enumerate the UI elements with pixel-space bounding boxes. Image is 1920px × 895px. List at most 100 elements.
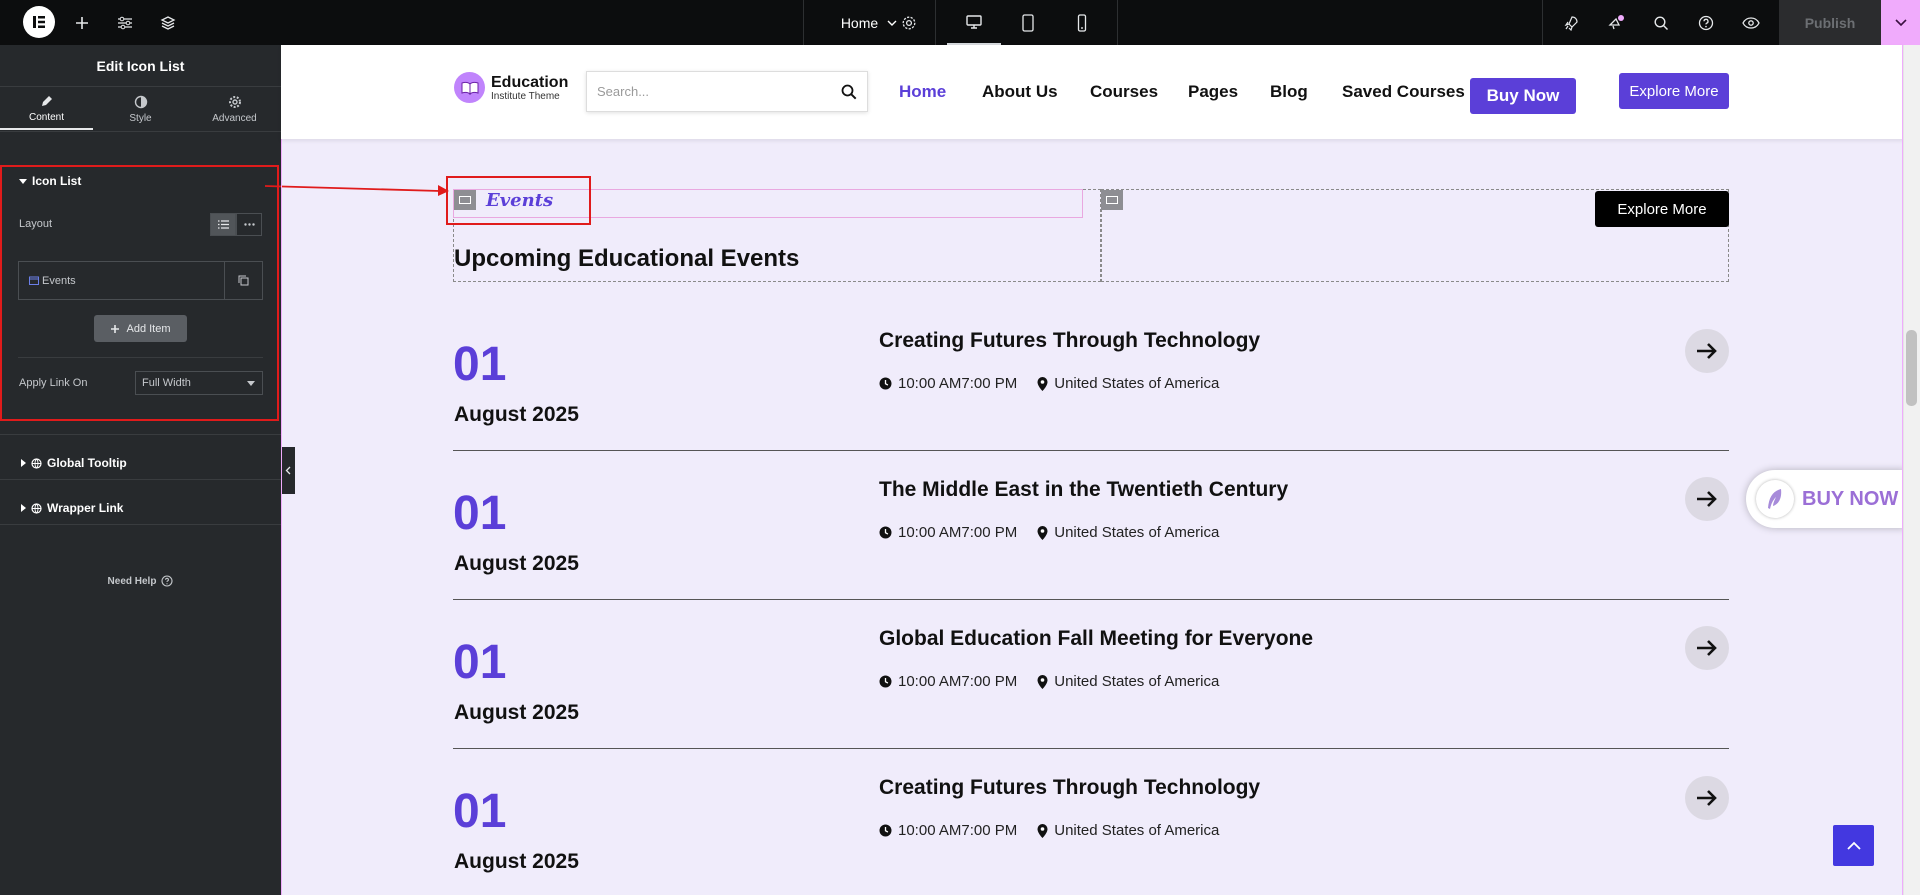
site-search-input[interactable]: Search... — [586, 71, 868, 112]
event-meta: 10:00 AM7:00 PM United States of America — [879, 673, 1219, 690]
event-location: United States of America — [1054, 822, 1220, 839]
section-heading: Wrapper Link — [47, 501, 124, 515]
need-help-link[interactable]: Need Help — [0, 575, 281, 587]
section-divider — [0, 524, 281, 525]
section-divider — [0, 479, 281, 480]
help-icon[interactable] — [1695, 0, 1717, 45]
repeater-item-events[interactable]: Events — [18, 261, 263, 300]
back-to-top-button[interactable] — [1833, 825, 1874, 866]
event-location: United States of America — [1054, 524, 1220, 541]
tab-advanced[interactable]: Advanced — [188, 88, 281, 130]
add-item-label: Add Item — [126, 322, 171, 335]
event-title[interactable]: The Middle East in the Twentieth Century — [879, 478, 1288, 502]
nav-courses[interactable]: Courses — [1090, 82, 1158, 102]
event-day: 01 — [453, 338, 507, 391]
chevron-down-icon — [247, 381, 255, 386]
layout-inline-icon[interactable] — [236, 213, 262, 236]
buy-now-button[interactable]: Buy Now — [1470, 78, 1576, 114]
apply-link-label: Apply Link On — [19, 377, 88, 389]
layout-list-icon[interactable] — [210, 213, 236, 236]
preview-scrollbar[interactable] — [1903, 45, 1920, 895]
event-title[interactable]: Creating Futures Through Technology — [879, 329, 1260, 353]
add-icon[interactable] — [70, 0, 94, 45]
tab-advanced-label: Advanced — [212, 112, 257, 124]
location-pin-icon — [1037, 674, 1048, 689]
pencil-icon — [41, 95, 52, 106]
explore-more-button[interactable]: Explore More — [1595, 191, 1729, 227]
add-item-button[interactable]: Add Item — [94, 315, 187, 342]
nav-saved-courses[interactable]: Saved Courses — [1342, 82, 1465, 102]
search-placeholder: Search... — [597, 84, 650, 99]
plus-icon — [111, 324, 120, 333]
site-brand[interactable]: Education Institute Theme — [454, 72, 568, 103]
nav-blog[interactable]: Blog — [1270, 82, 1308, 102]
chevron-down-icon — [887, 20, 897, 26]
arrow-right-icon[interactable] — [1685, 776, 1729, 820]
section-toggle-wrapper-link[interactable]: Wrapper Link — [21, 501, 123, 515]
event-month: August 2025 — [454, 701, 579, 724]
nav-about-us[interactable]: About Us — [982, 82, 1058, 102]
tab-content-label: Content — [28, 111, 65, 123]
repeater-item-label: Events — [42, 274, 76, 287]
editor-topbar: Home Publish — [0, 0, 1920, 45]
topbar-divider — [1542, 0, 1543, 45]
arrow-right-icon[interactable] — [1685, 626, 1729, 670]
event-title[interactable]: Creating Futures Through Technology — [879, 776, 1260, 800]
search-icon[interactable] — [841, 84, 857, 100]
settings-icon[interactable] — [898, 0, 920, 45]
tab-content[interactable]: Content — [0, 88, 93, 130]
mobile-icon[interactable] — [1055, 0, 1109, 45]
caret-right-icon — [21, 459, 26, 467]
notifications-icon[interactable] — [1605, 0, 1627, 45]
rocket-icon[interactable] — [1560, 0, 1582, 45]
desktop-icon[interactable] — [947, 0, 1001, 45]
brand-subtitle: Institute Theme — [491, 90, 560, 102]
brand-name: Education — [491, 73, 569, 91]
globe-icon — [31, 457, 42, 469]
layers-icon[interactable] — [156, 0, 180, 45]
panel-collapse-toggle[interactable] — [281, 447, 295, 494]
explore-more-header-button[interactable]: Explore More — [1619, 73, 1729, 109]
scrollbar-thumb[interactable] — [1906, 330, 1917, 406]
event-meta: 10:00 AM7:00 PM United States of America — [879, 375, 1219, 392]
event-time: 10:00 AM7:00 PM — [898, 524, 1018, 541]
location-pin-icon — [1037, 376, 1048, 391]
publish-button[interactable]: Publish — [1779, 0, 1881, 45]
elementor-logo-icon[interactable] — [23, 6, 55, 38]
caret-down-icon — [19, 178, 27, 184]
event-month: August 2025 — [454, 403, 579, 426]
tab-style-label: Style — [129, 112, 152, 124]
arrow-right-icon[interactable] — [1685, 329, 1729, 373]
nav-pages[interactable]: Pages — [1188, 82, 1238, 102]
search-icon[interactable] — [1650, 0, 1672, 45]
book-logo-icon — [454, 72, 485, 103]
section-toggle-global-tooltip[interactable]: Global Tooltip — [21, 456, 127, 470]
section-heading: Global Tooltip — [47, 456, 127, 470]
arrow-right-icon[interactable] — [1685, 477, 1729, 521]
page-selector-label: Home — [840, 14, 879, 31]
contrast-icon — [134, 95, 147, 108]
event-divider — [453, 748, 1729, 749]
highlight-box-events — [446, 176, 591, 225]
buy-now-floating-badge[interactable]: BUY NOW — [1746, 470, 1906, 528]
preview-eye-icon[interactable] — [1740, 0, 1762, 45]
clock-icon — [879, 377, 892, 390]
event-location: United States of America — [1054, 375, 1220, 392]
calendar-icon — [29, 276, 39, 285]
section-toggle-icon-list[interactable]: Icon List — [19, 174, 81, 188]
event-title[interactable]: Global Education Fall Meeting for Everyo… — [879, 627, 1313, 651]
nav-home[interactable]: Home — [899, 82, 946, 102]
section-divider — [18, 357, 263, 358]
tab-style[interactable]: Style — [94, 88, 187, 130]
sliders-icon[interactable] — [113, 0, 137, 45]
repeater-item-title[interactable]: Events — [19, 262, 224, 299]
widget-handle-icon[interactable] — [1101, 190, 1123, 210]
tablet-icon[interactable] — [1001, 0, 1055, 45]
chevron-left-icon — [285, 466, 291, 475]
duplicate-icon[interactable] — [224, 262, 262, 299]
event-day: 01 — [453, 636, 507, 689]
clock-icon — [879, 824, 892, 837]
event-month: August 2025 — [454, 850, 579, 873]
publish-options-chevron-icon[interactable] — [1881, 0, 1920, 45]
apply-link-select[interactable]: Full Width — [135, 371, 263, 395]
